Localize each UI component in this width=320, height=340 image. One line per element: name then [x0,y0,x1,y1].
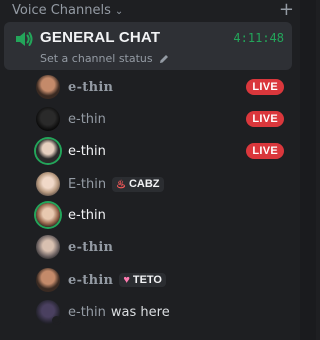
voice-member[interactable]: e-thin ♥ TETO [36,265,288,295]
fire-icon: ♨ [116,178,126,191]
voice-member[interactable]: e-thin LIVE [36,104,288,134]
live-badge[interactable]: LIVE [246,111,284,127]
server-tag-label: TETO [132,274,162,286]
avatar[interactable] [36,203,60,227]
scrollbar[interactable] [300,0,316,340]
live-badge[interactable]: LIVE [246,143,284,159]
server-tag[interactable]: ♥ TETO [119,273,166,287]
voice-channel-general-chat[interactable]: GENERAL CHAT 4:11:48 Set a channel statu… [4,22,292,70]
channel-status-text[interactable]: Set a channel status [40,52,153,65]
server-tag-label: CABZ [128,178,160,190]
voice-member[interactable]: e-thin LIVE [36,72,288,102]
member-name: e-thin [68,207,106,223]
member-name: e-thin [68,304,106,320]
member-status-suffix: was here [110,304,170,320]
avatar[interactable] [36,268,60,292]
pencil-icon[interactable] [159,54,169,64]
category-title[interactable]: Voice Channels [12,3,111,18]
set-channel-status[interactable]: Set a channel status [40,52,169,65]
plus-icon[interactable]: + [279,1,294,19]
channel-name: GENERAL CHAT [40,29,161,46]
avatar[interactable] [36,300,61,325]
live-badge[interactable]: LIVE [246,79,284,95]
avatar[interactable] [36,235,60,259]
member-name: e-thin [68,79,114,95]
speaker-icon [16,32,33,46]
avatar[interactable] [36,107,60,131]
voice-member[interactable]: E-thin ♨ CABZ [36,169,288,199]
member-name: E-thin [68,176,107,192]
chevron-down-icon[interactable]: ⌄ [115,6,123,17]
avatar[interactable] [36,75,60,99]
avatar[interactable] [36,172,60,196]
voice-member[interactable]: e-thin LIVE [36,136,288,166]
member-name: e-thin [68,272,114,288]
voice-member[interactable]: e-thin [36,232,288,262]
mute-indicator-icon [52,316,61,325]
member-name: e-thin [68,143,106,159]
avatar[interactable] [36,139,60,163]
member-name: e-thin [68,111,106,127]
heart-icon: ♥ [123,274,130,286]
channel-timer: 4:11:48 [233,31,284,45]
server-tag[interactable]: ♨ CABZ [112,176,164,192]
member-name: e-thin [68,239,114,255]
voice-member[interactable]: e-thin was here [36,297,288,327]
voice-member[interactable]: e-thin [36,200,288,230]
voice-channels-header[interactable]: Voice Channels ⌄ + [12,0,294,20]
